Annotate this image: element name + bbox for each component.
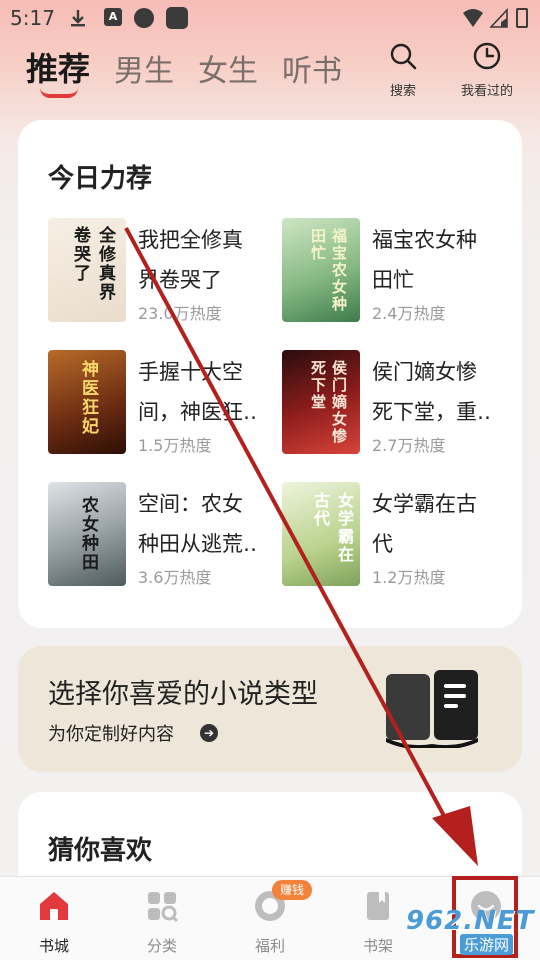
open-book-icon (386, 670, 478, 748)
cover-art-text: 女学霸在古代 (311, 492, 354, 564)
tab-recommend[interactable]: 推荐 (26, 44, 90, 90)
book-title: 我把全修真 界卷哭了 (138, 228, 243, 292)
status-bar: 5:17 A (0, 0, 540, 36)
book-item[interactable]: 农女种田 空间：农女 种田从逃荒… 3.6万热度 (18, 482, 258, 587)
history-label: 我看过的 (460, 84, 513, 99)
cover-art-text: 农女种田 (78, 496, 98, 572)
download-icon (71, 10, 85, 27)
signal-icon (490, 8, 508, 28)
recommend-card: 今日力荐 全修真界卷哭了 我把全修真 界卷哭了 23.0万热度 福宝农女种田忙 … (18, 120, 522, 628)
history-button[interactable]: 我看过的 (452, 42, 522, 99)
a-notification-icon: A (104, 8, 122, 26)
book-cover: 侯门嫡女惨死下堂 (282, 350, 360, 454)
recommend-title: 今日力荐 (48, 164, 153, 194)
wifi-icon (463, 9, 483, 27)
tab-female[interactable]: 女生 (198, 46, 258, 90)
category-grid-icon (148, 892, 179, 923)
arrow-right-icon: ➔ (200, 724, 218, 742)
book-cover: 农女种田 (48, 482, 126, 586)
watermark-site: 乐游网 (460, 934, 514, 955)
book-cover: 全修真界卷哭了 (48, 218, 126, 322)
nav-label: 分类 (146, 937, 177, 955)
book-item[interactable]: 女学霸在古代 女学霸在古 代 1.2万热度 (252, 482, 492, 587)
home-icon (40, 892, 68, 920)
book-cover: 福宝农女种田忙 (282, 218, 360, 322)
book-heat: 2.4万热度 (372, 304, 446, 323)
book-title: 福宝农女种 田忙 (372, 228, 477, 292)
watermark-number: 962.NET (406, 906, 535, 936)
status-time: 5:17 (10, 6, 55, 30)
site-watermark: 962.NET 乐游网 (396, 906, 540, 956)
search-button[interactable]: 搜索 (368, 42, 438, 99)
earn-badge: 赚钱 (272, 880, 312, 900)
book-cover: 女学霸在古代 (282, 482, 360, 586)
book-item[interactable]: 福宝农女种田忙 福宝农女种 田忙 2.4万热度 (252, 218, 492, 323)
book-item[interactable]: 全修真界卷哭了 我把全修真 界卷哭了 23.0万热度 (18, 218, 258, 323)
search-label: 搜索 (389, 84, 416, 99)
search-icon (390, 43, 417, 70)
clock-icon (473, 42, 501, 70)
book-heat: 3.6万热度 (138, 568, 212, 587)
bookshelf-icon (367, 892, 389, 920)
nav-label: 书城 (38, 937, 69, 955)
square-notification-icon (166, 7, 188, 29)
book-heat: 1.2万热度 (372, 568, 446, 587)
banner-subtitle: 为你定制好内容 (48, 724, 174, 745)
nav-category[interactable]: 分类 (122, 889, 202, 956)
book-title: 女学霸在古 代 (372, 492, 477, 556)
nav-label: 福利 (254, 937, 285, 955)
book-item[interactable]: 神医狂妃 手握十大空 间，神医狂… 1.5万热度 (18, 350, 258, 455)
cover-art-text: 侯门嫡女惨死下堂 (309, 360, 348, 445)
genre-preference-banner[interactable]: 选择你喜爱的小说类型 为你定制好内容 ➔ (18, 646, 522, 772)
book-cover: 神医狂妃 (48, 350, 126, 454)
book-item[interactable]: 侯门嫡女惨死下堂 侯门嫡女惨 死下堂，重… 2.7万热度 (252, 350, 492, 455)
cover-art-text: 福宝农女种田忙 (309, 228, 348, 313)
book-heat: 2.7万热度 (372, 436, 446, 455)
book-heat: 1.5万热度 (138, 436, 212, 455)
tab-audiobook[interactable]: 听书 (282, 46, 342, 90)
book-title: 空间：农女 种田从逃荒… (138, 492, 258, 556)
book-heat: 23.0万热度 (138, 304, 222, 323)
tab-active-indicator (40, 88, 78, 98)
tab-male[interactable]: 男生 (114, 46, 174, 90)
book-title: 手握十大空 间，神医狂… (138, 360, 258, 424)
circle-notification-icon (134, 8, 154, 28)
nav-bookstore[interactable]: 书城 (14, 889, 94, 956)
book-title: 侯门嫡女惨 死下堂，重… (372, 360, 492, 424)
battery-icon (516, 8, 528, 28)
guess-title: 猜你喜欢 (48, 836, 153, 866)
cover-art-text: 全修真界卷哭了 (70, 226, 115, 302)
cover-art-text: 神医狂妃 (78, 360, 98, 436)
banner-title: 选择你喜爱的小说类型 (48, 679, 318, 710)
